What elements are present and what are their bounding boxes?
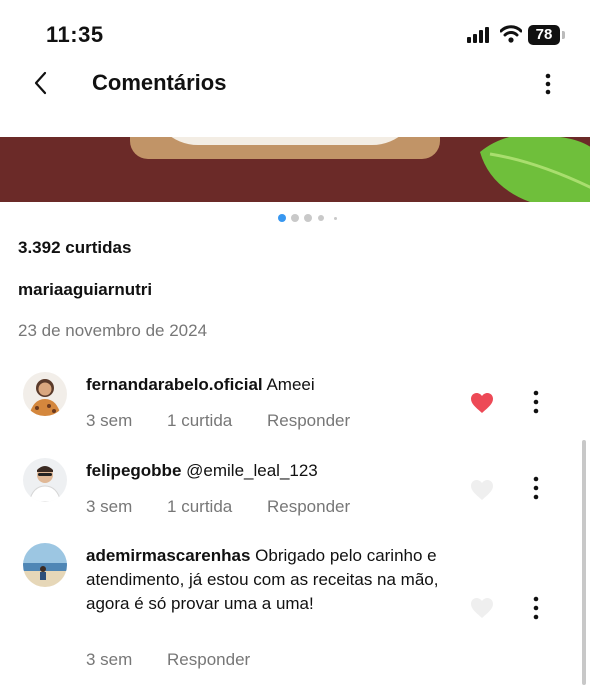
heart-icon[interactable] [470,479,494,501]
comment-more-icon[interactable] [526,594,546,622]
comment-time: 3 sem [86,497,133,516]
page-title: Comentários [92,70,227,95]
comment-username[interactable]: ademirmascarenhas [86,546,250,565]
carousel-dot [334,217,337,220]
lettuce-leaf-graphic [480,137,590,202]
scrollbar[interactable] [582,440,586,685]
comment-body: Ameei [266,375,315,394]
status-time: 11:35 [46,22,104,47]
post-author[interactable]: mariaaguiarnutri [18,280,152,300]
comment-text: ademirmascarenhas Obrigado pelo carinho … [86,544,466,616]
comment-meta: 3 sem 1 curtida Responder [86,411,380,431]
comment-likes[interactable]: 1 curtida [167,411,232,430]
carousel-dot [318,215,324,221]
carousel-indicator [278,214,348,224]
heart-icon-filled[interactable] [470,392,494,414]
likes-count[interactable]: 3.392 curtidas [18,238,131,258]
wifi-icon [500,25,522,43]
comment-body[interactable]: @emile_leal_123 [186,461,318,480]
comment-meta: 3 sem Responder [86,650,280,670]
post-date: 23 de novembro de 2024 [18,321,208,340]
header: Comentários [0,60,590,110]
back-arrow-icon[interactable] [30,70,54,96]
battery-icon: 78 [528,25,560,45]
plate-inner-shape [150,137,420,145]
carousel-dot [304,214,312,222]
comment-text: fernandarabelo.oficial Ameei [86,373,466,397]
avatar[interactable] [23,543,67,587]
comment-time: 3 sem [86,650,133,669]
reply-button[interactable]: Responder [267,497,350,516]
post-image[interactable] [0,137,590,202]
comment-username[interactable]: fernandarabelo.oficial [86,375,263,394]
comment-meta: 3 sem 1 curtida Responder [86,497,380,517]
comment-more-icon[interactable] [526,388,546,416]
heart-icon[interactable] [470,597,494,619]
reply-button[interactable]: Responder [167,650,250,669]
comment-text: felipegobbe @emile_leal_123 [86,459,466,483]
avatar[interactable] [23,372,67,416]
comment-more-icon[interactable] [526,474,546,502]
comment-likes[interactable]: 1 curtida [167,497,232,516]
more-options-icon[interactable] [536,72,560,96]
cellular-signal-icon [467,27,489,43]
avatar[interactable] [23,458,67,502]
battery-tip [562,31,565,39]
carousel-dot [291,214,299,222]
carousel-dot-active [278,214,286,222]
comment-username[interactable]: felipegobbe [86,461,181,480]
comment-time: 3 sem [86,411,133,430]
status-bar: 11:35 78 [0,0,590,60]
reply-button[interactable]: Responder [267,411,350,430]
